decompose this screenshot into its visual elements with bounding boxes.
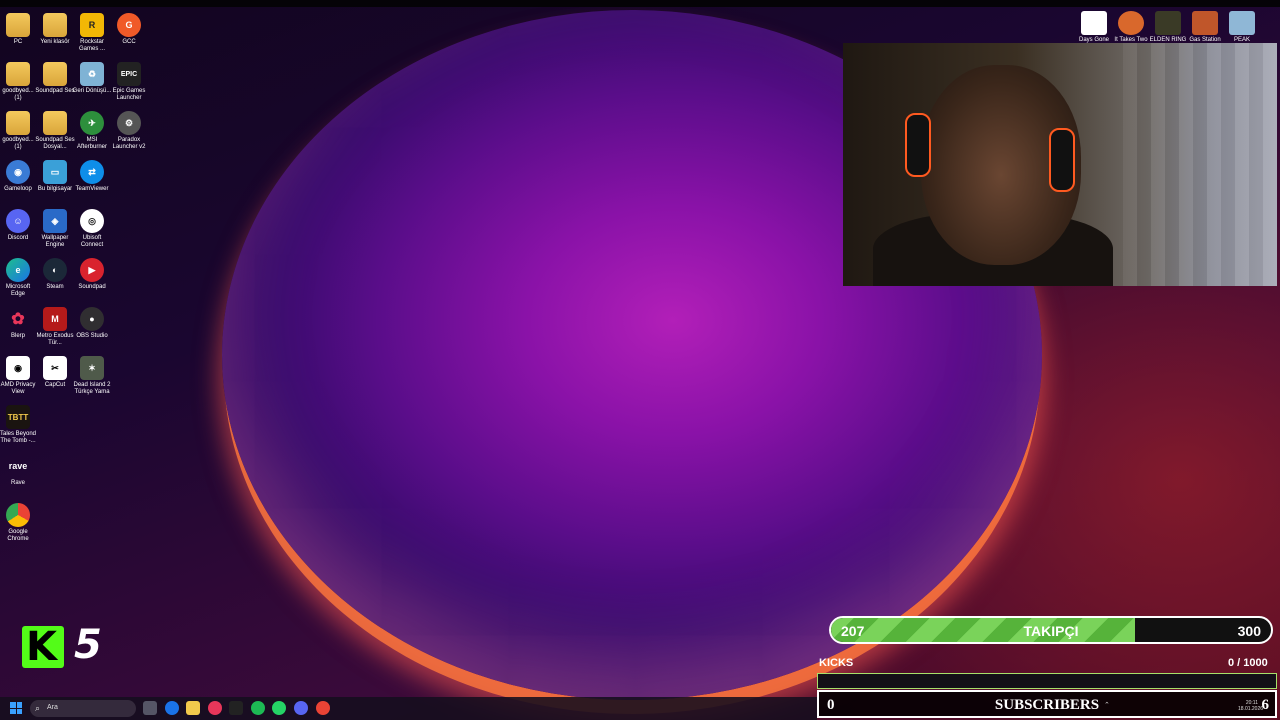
folder-icon: [6, 111, 30, 135]
kick-viewer-count: 5: [74, 622, 102, 668]
webcam-feed: [843, 43, 1277, 286]
desktop-icon-goodbyed-2[interactable]: goodbyed... (1): [0, 111, 38, 151]
chrome-icon: [6, 503, 30, 527]
desktop-icon-dead-island[interactable]: ✶ Dead Island 2 Türkçe Yama: [72, 356, 112, 396]
discord-taskbar-icon[interactable]: [294, 701, 308, 715]
webcam-curtain: [1123, 43, 1277, 286]
shortcut-peak[interactable]: PEAK: [1220, 11, 1264, 43]
app-taskbar-icon[interactable]: [229, 701, 243, 715]
metro-exodus-icon: M: [43, 307, 67, 331]
days-gone-icon: [1081, 11, 1107, 35]
desktop-icon-discord[interactable]: ☺ Discord: [0, 209, 38, 242]
system-tray[interactable]: ⌃: [1104, 701, 1224, 715]
kicks-goal-bar: [817, 673, 1277, 689]
obs-icon: ●: [80, 307, 104, 331]
folder-icon: [6, 62, 30, 86]
gcc-icon: G: [117, 13, 141, 37]
top-edge: [0, 0, 1280, 7]
desktop-icon-soundpad-ses-dosyalari[interactable]: Soundpad Ses Dosyal...: [35, 111, 75, 151]
desktop-icon-goodbyed-1[interactable]: goodbyed... (1): [0, 62, 38, 102]
desktop-icon-metro-exodus[interactable]: M Metro Exodus Tür...: [35, 307, 75, 347]
computer-icon: ▭: [43, 160, 67, 184]
desktop-icon-msi-afterburner[interactable]: ✈ MSI Afterburner: [72, 111, 112, 151]
task-view-icon[interactable]: [143, 701, 157, 715]
edge-icon: e: [6, 258, 30, 282]
desktop-icon-paradox[interactable]: ⚙ Paradox Launcher v2: [109, 111, 149, 151]
paradox-icon: ⚙: [117, 111, 141, 135]
desktop-icon-gameloop[interactable]: ◉ Gameloop: [0, 160, 38, 193]
follower-goal: 300: [1237, 623, 1261, 639]
taskbar: ⌕ Ara: [0, 697, 817, 720]
folder-icon: [43, 13, 67, 37]
epic-games-icon: EPIC: [117, 62, 141, 86]
clock[interactable]: 20:11 18.01.2026: [1238, 700, 1263, 712]
soundpad-icon: ▶: [80, 258, 104, 282]
desktop-icon-wallpaper-engine[interactable]: ◈ Wallpaper Engine: [35, 209, 75, 249]
follower-goal-bar: 207 TAKIPÇI 300: [829, 616, 1273, 644]
follower-label: TAKIPÇI: [1023, 623, 1079, 639]
folder-icon: [43, 111, 67, 135]
wallpaper-engine-icon: ◈: [43, 209, 67, 233]
whatsapp-icon[interactable]: [272, 701, 286, 715]
gas-station-icon: [1192, 11, 1218, 35]
desktop-icon-gcc[interactable]: G GCC: [109, 13, 149, 46]
tales-beyond-icon: TBTT: [6, 405, 30, 429]
desktop-icon-soundpad[interactable]: ▶ Soundpad: [72, 258, 112, 291]
gameloop-icon: ◉: [6, 160, 30, 184]
desktop-icon-obs[interactable]: ● OBS Studio: [72, 307, 112, 340]
taskbar-search[interactable]: ⌕ Ara: [30, 700, 136, 717]
blerp-taskbar-icon[interactable]: [208, 701, 222, 715]
teamviewer-icon: ⇄: [80, 160, 104, 184]
tray-chevron-up-icon[interactable]: ⌃: [1104, 702, 1110, 709]
desktop-icon-chrome[interactable]: Google Chrome: [0, 503, 38, 543]
dead-island-icon: ✶: [80, 356, 104, 380]
edge-taskbar-icon[interactable]: [165, 701, 179, 715]
desktop-icon-teamviewer[interactable]: ⇄ TeamViewer: [72, 160, 112, 193]
desktop-icon-ubisoft[interactable]: ◎ Ubisoft Connect: [72, 209, 112, 249]
kicks-label: KICKS: [819, 657, 854, 669]
headphone-right: [1049, 128, 1075, 192]
desktop-icon-edge[interactable]: e Microsoft Edge: [0, 258, 38, 298]
windows-start-icon[interactable]: [10, 702, 22, 714]
capcut-icon: ✂: [43, 356, 67, 380]
headphone-left: [905, 113, 931, 177]
folder-icon: [6, 13, 30, 37]
desktop-icon-amd-privacy[interactable]: ◉ AMD Privacy View: [0, 356, 38, 396]
desktop-icon-blerp[interactable]: ✿ Blerp: [0, 307, 38, 340]
desktop-icon-capcut[interactable]: ✂ CapCut: [35, 356, 75, 389]
desktop-icon-recycle-bin[interactable]: ♻ Geri Dönüşü...: [72, 62, 112, 95]
kicks-count: 0 / 1000: [1228, 657, 1268, 669]
ubisoft-icon: ◎: [80, 209, 104, 233]
search-icon: ⌕: [35, 703, 41, 713]
search-placeholder: Ara: [47, 704, 58, 711]
steam-icon: ◐: [43, 258, 67, 282]
amd-privacy-icon: ◉: [6, 356, 30, 380]
spotify-icon[interactable]: [251, 701, 265, 715]
desktop-icon-yeni-klasor[interactable]: Yeni klasör: [35, 13, 75, 46]
peak-icon: [1229, 11, 1255, 35]
blerp-icon: ✿: [11, 310, 25, 328]
discord-icon: ☺: [6, 209, 30, 233]
chrome-taskbar-icon[interactable]: [316, 701, 330, 715]
desktop-icon-bu-bilgisayar[interactable]: ▭ Bu bilgisayar: [35, 160, 75, 193]
desktop-icon-epic[interactable]: EPIC Epic Games Launcher: [109, 62, 149, 102]
rave-icon: rave: [8, 460, 28, 471]
desktop-icon-rave[interactable]: rave Rave: [0, 454, 38, 487]
desktop-icon-steam[interactable]: ◐ Steam: [35, 258, 75, 291]
desktop-icon-rockstar[interactable]: R Rockstar Games ...: [72, 13, 112, 53]
file-explorer-icon[interactable]: [186, 701, 200, 715]
desktop-icon-pc[interactable]: PC: [0, 13, 38, 46]
elden-ring-icon: [1155, 11, 1181, 35]
afterburner-icon: ✈: [80, 111, 104, 135]
folder-icon: [43, 62, 67, 86]
rockstar-icon: R: [80, 13, 104, 37]
recycle-bin-icon: ♻: [80, 62, 104, 86]
desktop-icon-tales-beyond[interactable]: TBTT Tales Beyond The Tomb -...: [0, 405, 38, 445]
kick-logo: K: [22, 626, 64, 668]
desktop-icon-soundpad-ses[interactable]: Soundpad Ses: [35, 62, 75, 95]
it-takes-two-icon: [1118, 11, 1144, 35]
